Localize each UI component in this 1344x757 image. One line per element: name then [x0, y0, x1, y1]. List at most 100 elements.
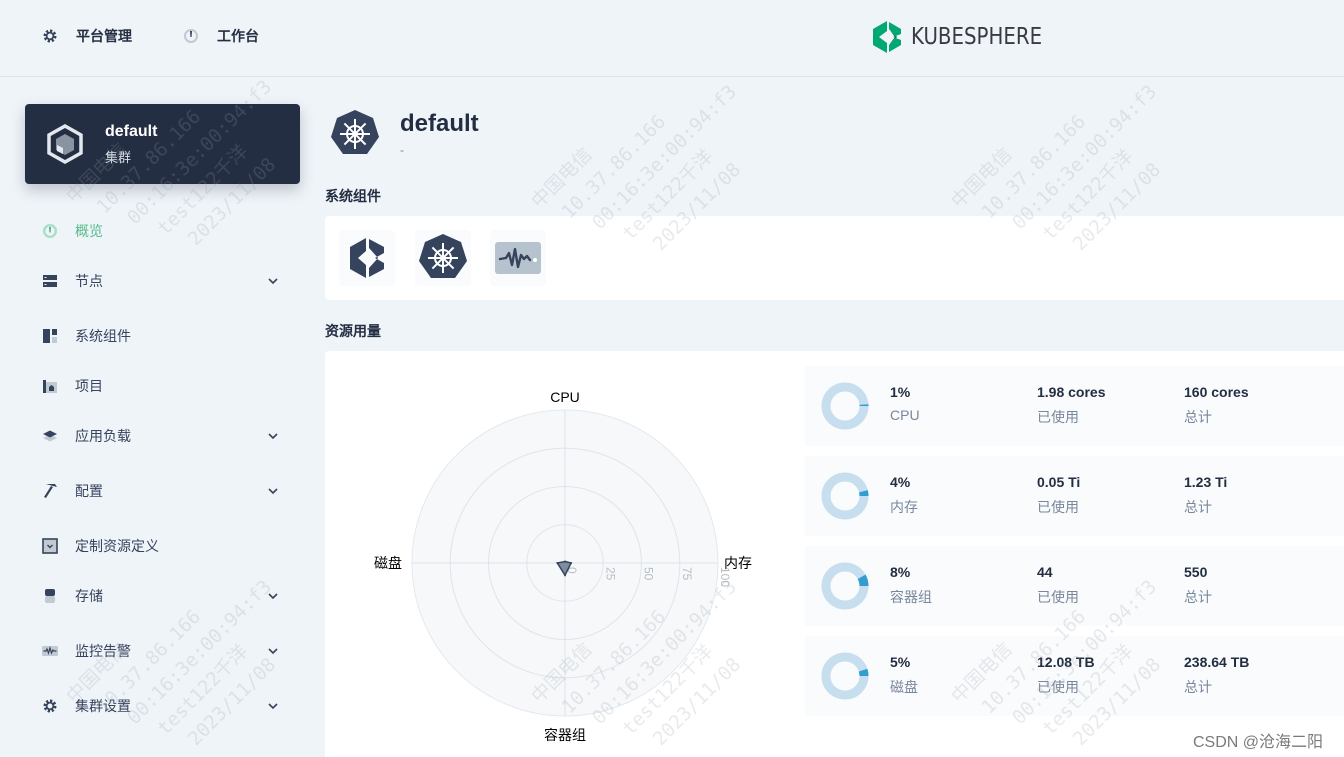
chevron-down-icon[interactable]	[266, 274, 280, 288]
kubesphere-logo[interactable]: KUBESPHERE	[871, 20, 1063, 54]
watermark-line: 10.37.86.166	[557, 110, 671, 224]
sidebar-item-label: 监控告警	[75, 643, 131, 659]
used-label: 已使用	[1037, 679, 1079, 695]
component-kubernetes[interactable]	[415, 230, 471, 286]
resource-label: 磁盘	[890, 679, 918, 695]
sidebar-item-label: 定制资源定义	[75, 538, 159, 554]
watermark-line: 2023/11/08	[183, 653, 281, 751]
usage-percent: 8%	[890, 564, 911, 580]
sidebar-item-projects[interactable]: 项目	[42, 375, 292, 397]
kubesphere-icon	[350, 238, 384, 278]
sidebar-item-system-components[interactable]: 系统组件	[42, 325, 292, 347]
usage-donut	[821, 652, 869, 700]
logo-text: KUBESPHERE	[911, 24, 1043, 50]
watermark-line: test122千洋	[153, 640, 253, 740]
project-icon	[42, 378, 58, 394]
chevron-down-icon[interactable]	[266, 589, 280, 603]
chevron-down-icon[interactable]	[266, 429, 280, 443]
radar-tick-label: 75	[680, 567, 694, 581]
radar-axis-label: 磁盘	[374, 555, 402, 571]
sidebar-item-overview[interactable]: 概览	[42, 220, 292, 242]
system-components-heading: 系统组件	[325, 188, 381, 204]
used-label: 已使用	[1037, 409, 1079, 425]
radar-tick-label: 100	[718, 567, 732, 587]
total-label: 总计	[1184, 589, 1212, 605]
usage-percent: 1%	[890, 384, 911, 400]
kubernetes-cluster-icon	[331, 110, 379, 154]
resource-label: CPU	[890, 407, 920, 423]
usage-percent: 4%	[890, 474, 911, 490]
page-description: -	[400, 143, 404, 157]
chevron-down-icon[interactable]	[266, 699, 280, 713]
sidebar-item-label: 集群设置	[75, 698, 131, 714]
kubesphere-logo-icon	[873, 21, 901, 53]
workbench-label: 工作台	[217, 28, 259, 44]
monitoring-icon	[495, 242, 541, 274]
sidebar-item-monitoring[interactable]: 监控告警	[42, 640, 292, 662]
sidebar-item-crd[interactable]: 定制资源定义	[42, 535, 292, 557]
chevron-down-icon[interactable]	[266, 484, 280, 498]
components-icon	[42, 328, 58, 344]
platform-management-link[interactable]: 平台管理	[42, 26, 132, 46]
used-label: 已使用	[1037, 499, 1079, 515]
sidebar-item-label: 应用负载	[75, 428, 131, 444]
cluster-selector[interactable]: default 集群	[25, 104, 300, 184]
radar-axis-label: 容器组	[544, 727, 586, 743]
total-label: 总计	[1184, 499, 1212, 515]
watermark-line: 00:16:3e:00:94:f3	[1007, 80, 1161, 234]
total-label: 总计	[1184, 409, 1212, 425]
cluster-type: 集群	[105, 149, 132, 165]
component-monitoring[interactable]	[490, 230, 546, 286]
platform-management-label: 平台管理	[76, 28, 132, 44]
usage-donut	[821, 382, 869, 430]
kubernetes-icon	[419, 234, 467, 278]
cluster-icon	[47, 124, 83, 164]
database-icon	[42, 588, 58, 604]
resource-row: 5% 磁盘 12.08 TB 已使用 238.64 TB 总计	[805, 636, 1344, 716]
sidebar-item-storage[interactable]: 存储	[42, 585, 292, 607]
sidebar-item-cluster-settings[interactable]: 集群设置	[42, 695, 292, 717]
resource-row: 1% CPU 1.98 cores 已使用 160 cores 总计	[805, 366, 1344, 446]
usage-donut	[821, 472, 869, 520]
watermark-line: 中国电信	[62, 638, 132, 708]
total-value: 550	[1184, 564, 1208, 580]
gear-icon	[42, 698, 58, 714]
sidebar-item-label: 项目	[75, 378, 103, 394]
total-label: 总计	[1184, 679, 1212, 695]
usage-percent: 5%	[890, 654, 911, 670]
system-components-panel	[325, 216, 1344, 300]
sidebar-item-label: 概览	[75, 223, 103, 239]
component-kubesphere[interactable]	[339, 230, 395, 286]
hammer-icon	[42, 483, 58, 499]
radar-axis-label: CPU	[550, 389, 580, 405]
crd-icon	[42, 538, 58, 554]
total-value: 1.23 Ti	[1184, 474, 1228, 490]
radar-tick-label: 25	[603, 567, 617, 581]
used-label: 已使用	[1037, 589, 1079, 605]
csdn-credit: CSDN @沧海二阳	[1193, 734, 1324, 751]
workbench-link[interactable]: 工作台	[183, 26, 259, 46]
cluster-name: default	[105, 122, 158, 140]
dashboard-icon	[42, 223, 58, 239]
radar-data-point	[570, 562, 573, 564]
resource-usage-heading: 资源用量	[325, 323, 381, 339]
monitor-icon	[42, 643, 58, 659]
sidebar-item-workloads[interactable]: 应用负载	[42, 425, 292, 447]
sidebar-item-nodes[interactable]: 节点	[42, 270, 292, 292]
chevron-down-icon[interactable]	[266, 644, 280, 658]
dashboard-icon	[183, 28, 199, 44]
watermark-line: 00:16:3e:00:94:f3	[587, 80, 741, 234]
page-title: default	[400, 110, 479, 137]
gear-icon	[42, 28, 58, 44]
resource-label: 容器组	[890, 589, 932, 605]
radar-data-point	[564, 574, 566, 577]
sidebar-item-label: 节点	[75, 273, 103, 289]
sidebar-item-label: 存储	[75, 588, 103, 604]
resource-label: 内存	[890, 499, 918, 515]
used-value: 12.08 TB	[1037, 654, 1095, 670]
top-bar: 平台管理 工作台 KUBESPHERE	[0, 0, 1344, 77]
used-value: 0.05 Ti	[1037, 474, 1081, 490]
used-value: 1.98 cores	[1037, 384, 1106, 400]
sidebar-item-configuration[interactable]: 配置	[42, 480, 292, 502]
watermark-line: 10.37.86.166	[977, 110, 1091, 224]
